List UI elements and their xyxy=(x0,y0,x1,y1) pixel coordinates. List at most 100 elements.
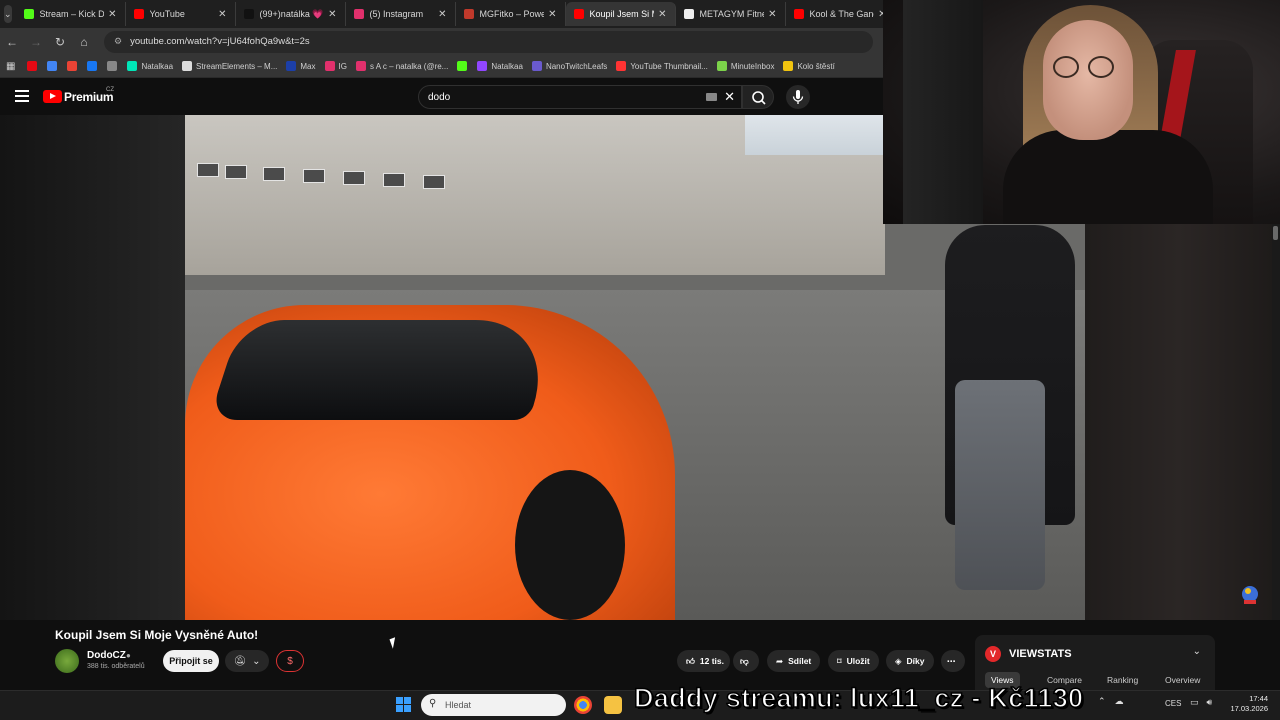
network-icon[interactable]: ▭ xyxy=(1190,697,1199,708)
home-icon[interactable]: ⌂ xyxy=(72,35,96,49)
bookmark-item[interactable]: Natalkaa xyxy=(477,61,523,71)
apps-grid-icon[interactable]: ▦ xyxy=(6,61,15,72)
tab-title: Kool & The Gang xyxy=(809,9,875,19)
video-side-blur-left xyxy=(0,115,185,620)
voice-search-button[interactable] xyxy=(786,85,810,109)
bookmark-item[interactable] xyxy=(47,61,61,71)
tab-close-icon[interactable]: ✕ xyxy=(218,9,226,20)
browser-tab[interactable]: (5) Instagram ✕ xyxy=(346,2,456,26)
keyboard-language[interactable]: CES xyxy=(1165,699,1181,708)
chrome-taskbar-icon[interactable] xyxy=(574,696,592,714)
tray-up-arrow-icon[interactable]: ⌃ xyxy=(1098,696,1106,707)
bookmark-item[interactable] xyxy=(457,61,471,71)
menu-hamburger-icon[interactable] xyxy=(15,90,29,102)
forward-arrow-icon[interactable]: → xyxy=(24,35,48,49)
join-button[interactable]: Připojit se xyxy=(163,650,219,672)
bookmark-item[interactable]: IG xyxy=(324,61,347,71)
thumbs-down-icon: 👎︎ xyxy=(740,655,749,666)
browser-tab[interactable]: Koupil Jsem Si M ✕ xyxy=(565,2,676,26)
dislike-button[interactable]: 👎︎ xyxy=(733,650,759,672)
tab-favicon-icon xyxy=(23,9,34,19)
url-field[interactable]: ⚙ youtube.com/watch?v=jU64fohQa9w&t=2s xyxy=(104,30,873,53)
browser-tab[interactable]: (99+)natálka 💗 (✕ xyxy=(236,2,346,26)
bookmark-item[interactable] xyxy=(27,61,41,71)
file-explorer-taskbar-icon[interactable] xyxy=(604,696,622,714)
tab-title: Stream – Kick Dash xyxy=(39,9,105,19)
bookmark-favicon-icon xyxy=(355,61,366,71)
bookmarks-list: Natalkaa StreamElements – M... Max IG s A c … xyxy=(27,61,843,71)
bookmark-label: Natalkaa xyxy=(141,61,174,71)
viewstats-tab-overview[interactable]: Overview xyxy=(1159,672,1206,688)
tab-close-icon[interactable]: ✕ xyxy=(548,9,556,20)
taskbar-search-input[interactable]: ⚲ Hledat xyxy=(421,694,566,716)
donate-dollar-icon[interactable]: $ xyxy=(276,650,304,672)
bookmark-item[interactable]: YouTube Thumbnail... xyxy=(616,61,708,71)
save-button[interactable]: ⌑ Uložit xyxy=(828,650,879,672)
volume-icon[interactable]: 🔊︎ xyxy=(1207,697,1213,708)
bookmark-label: StreamElements – M... xyxy=(196,61,278,71)
taskbar-clock[interactable]: 17:44 17.03.2026 xyxy=(1228,694,1268,714)
site-info-icon[interactable]: ⚙ xyxy=(114,36,122,47)
bookmark-label: Natalkaa xyxy=(491,61,523,71)
page-scrollbar-thumb[interactable] xyxy=(1273,226,1278,240)
share-button[interactable]: ➦ Sdílet xyxy=(767,650,821,672)
microphone-icon xyxy=(792,90,804,104)
back-arrow-icon[interactable]: ← xyxy=(0,35,24,49)
browser-tab-bar: ⌄ Stream – Kick Dash✕YouTube✕(99+)natálk… xyxy=(0,0,896,28)
tab-search-chevron-icon[interactable]: ⌄ xyxy=(4,5,12,23)
building-window xyxy=(383,173,405,187)
bookmark-item[interactable] xyxy=(87,61,101,71)
bookmark-item[interactable]: StreamElements – M... xyxy=(182,61,277,71)
bookmark-favicon-icon xyxy=(286,61,297,71)
thanks-icon: ◈ xyxy=(895,655,902,666)
viewstats-tab-ranking[interactable]: Ranking xyxy=(1101,672,1144,688)
notifications-button[interactable]: 🔕︎ ⌄ xyxy=(225,650,269,672)
building-window xyxy=(303,169,325,183)
search-input[interactable]: dodo ✕ xyxy=(418,85,742,109)
tab-title: YouTube xyxy=(149,9,185,19)
browser-tab[interactable]: Kool & The Gang✕ xyxy=(786,2,896,26)
windows-start-icon[interactable] xyxy=(396,697,412,713)
keyboard-icon[interactable] xyxy=(706,93,717,101)
bookmark-favicon-icon xyxy=(477,61,488,71)
bookmark-item[interactable]: MinuteInbox xyxy=(716,61,774,71)
bookmark-item[interactable] xyxy=(67,61,81,71)
bookmark-item[interactable]: Max xyxy=(286,61,316,71)
tab-strip: Stream – Kick Dash✕YouTube✕(99+)natálka … xyxy=(16,2,896,26)
tab-close-icon[interactable]: ✕ xyxy=(108,9,116,20)
bookmark-favicon-icon xyxy=(716,61,727,71)
bookmark-item[interactable]: s A c – natalka (@re... xyxy=(355,61,448,71)
tab-title: METAGYM Fitness xyxy=(699,9,765,19)
tray-status-icons: ▭ 🔊︎ xyxy=(1190,697,1212,708)
browser-tab[interactable]: Stream – Kick Dash✕ xyxy=(16,2,126,26)
tab-close-icon[interactable]: ✕ xyxy=(658,9,666,20)
browser-tab[interactable]: MGFitko – Power ✕ xyxy=(456,2,566,26)
tab-close-icon[interactable]: ✕ xyxy=(768,9,776,20)
viewstats-panel: V VIEWSTATS ⌄ Views Compare Ranking Overvie… xyxy=(975,635,1215,690)
bookmark-icon: ⌑ xyxy=(837,655,842,666)
viewstats-collapse-chevron-icon[interactable]: ⌄ xyxy=(1193,646,1201,657)
tab-favicon-icon xyxy=(243,9,254,19)
clear-search-icon[interactable]: ✕ xyxy=(724,89,735,105)
bookmark-item[interactable]: Natalkaa xyxy=(127,61,173,71)
tab-favicon-icon xyxy=(133,9,144,19)
reload-icon[interactable]: ↻ xyxy=(48,35,72,49)
browser-tab[interactable]: YouTube ✕ xyxy=(126,2,236,26)
tab-close-icon[interactable]: ✕ xyxy=(328,9,336,20)
youtube-logo-icon[interactable] xyxy=(43,90,62,103)
channel-avatar[interactable] xyxy=(55,649,79,673)
bookmark-item[interactable]: NanoTwitchLeafs xyxy=(531,61,607,71)
like-button[interactable]: 👍︎ 12 tis. xyxy=(677,650,730,672)
bookmark-favicon-icon xyxy=(127,61,138,71)
tray-cloud-icon[interactable]: ☁ xyxy=(1115,696,1124,707)
thanks-button[interactable]: ◈ Díky xyxy=(886,650,934,672)
search-button[interactable] xyxy=(742,85,774,109)
more-actions-button[interactable]: ⋯ xyxy=(941,650,965,672)
browser-tab[interactable]: METAGYM Fitness✕ xyxy=(676,2,786,26)
bookmark-item[interactable] xyxy=(107,61,121,71)
channel-name[interactable]: DodoCZ xyxy=(87,650,126,661)
clock-date: 17.03.2026 xyxy=(1230,704,1268,713)
bookmark-item[interactable]: Kolo štěstí xyxy=(783,61,835,71)
viewstats-title: VIEWSTATS xyxy=(1009,648,1072,660)
tab-close-icon[interactable]: ✕ xyxy=(438,9,446,20)
